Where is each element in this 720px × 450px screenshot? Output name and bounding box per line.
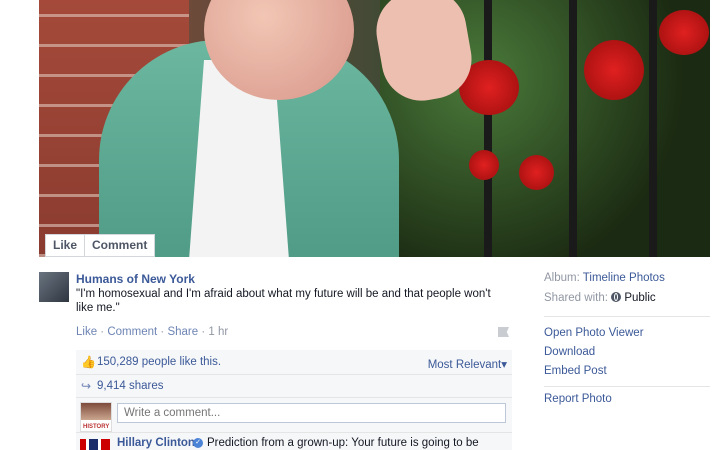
photo-flower — [659, 10, 709, 55]
report-photo-link[interactable]: Report Photo — [544, 393, 612, 405]
comment-text: Prediction from a grown-up: Your future … — [207, 437, 479, 449]
post-actions: Like · Comment · Share · 1 hr — [76, 326, 229, 338]
photo-flower — [584, 40, 644, 100]
flag-icon[interactable] — [498, 327, 509, 337]
privacy-value[interactable]: Public — [624, 292, 655, 304]
album-link[interactable]: Timeline Photos — [583, 272, 665, 284]
download-link[interactable]: Download — [544, 346, 595, 358]
top-comment: Hillary Clinton ✓ Prediction from a grow… — [76, 436, 512, 450]
likes-count[interactable]: 150,289 people like this. — [97, 356, 221, 368]
thumbs-up-icon: 👍 — [81, 355, 96, 369]
commenter-name[interactable]: Hillary Clinton — [117, 437, 195, 449]
open-photo-viewer-link[interactable]: Open Photo Viewer — [544, 327, 644, 339]
photo-action-bar: Like Comment — [45, 234, 156, 257]
ufi-panel: 👍 150,289 people like this. Most Relevan… — [76, 350, 512, 450]
shares-count[interactable]: 9,414 shares — [97, 380, 164, 392]
most-relevant-dropdown[interactable]: Most Relevant▾ — [428, 357, 507, 371]
like-link[interactable]: Like — [76, 326, 97, 338]
photo-railing — [569, 0, 577, 257]
post-photo[interactable] — [39, 0, 710, 257]
post-author[interactable]: Humans of New York — [76, 272, 195, 286]
album-label: Album: — [544, 272, 580, 284]
album-row: Album: Timeline Photos — [544, 272, 665, 284]
comment-input[interactable] — [117, 403, 506, 423]
globe-icon — [611, 292, 622, 302]
verified-check-icon: ✓ — [193, 438, 203, 448]
author-avatar[interactable] — [39, 272, 69, 302]
photo-railing — [484, 0, 492, 257]
most-relevant-label: Most Relevant — [427, 359, 502, 371]
embed-post-link[interactable]: Embed Post — [544, 365, 607, 377]
comment-composer: HISTORY — [76, 398, 512, 433]
user-avatar-label: HISTORY — [83, 424, 110, 430]
divider — [544, 316, 710, 317]
shares-row: ↪ 9,414 shares — [76, 375, 512, 398]
likes-row: 👍 150,289 people like this. Most Relevan… — [76, 350, 512, 375]
shared-label: Shared with: — [544, 292, 608, 304]
photo-comment-button[interactable]: Comment — [85, 235, 154, 256]
commenter-avatar[interactable] — [80, 439, 110, 450]
post-timestamp[interactable]: 1 hr — [208, 326, 228, 338]
user-avatar: HISTORY — [80, 402, 112, 432]
comment-link[interactable]: Comment — [107, 326, 157, 338]
share-link[interactable]: Share — [167, 326, 198, 338]
photo-like-button[interactable]: Like — [46, 235, 86, 256]
photo-flower — [469, 150, 499, 180]
privacy-row: Shared with: Public — [544, 292, 656, 304]
caret-down-icon: ▾ — [501, 359, 507, 371]
share-arrow-icon: ↪ — [81, 379, 92, 393]
photo-flower — [519, 155, 554, 190]
photo-railing — [649, 0, 657, 257]
post-caption: "I'm homosexual and I'm afraid about wha… — [76, 288, 491, 314]
divider — [544, 386, 710, 387]
